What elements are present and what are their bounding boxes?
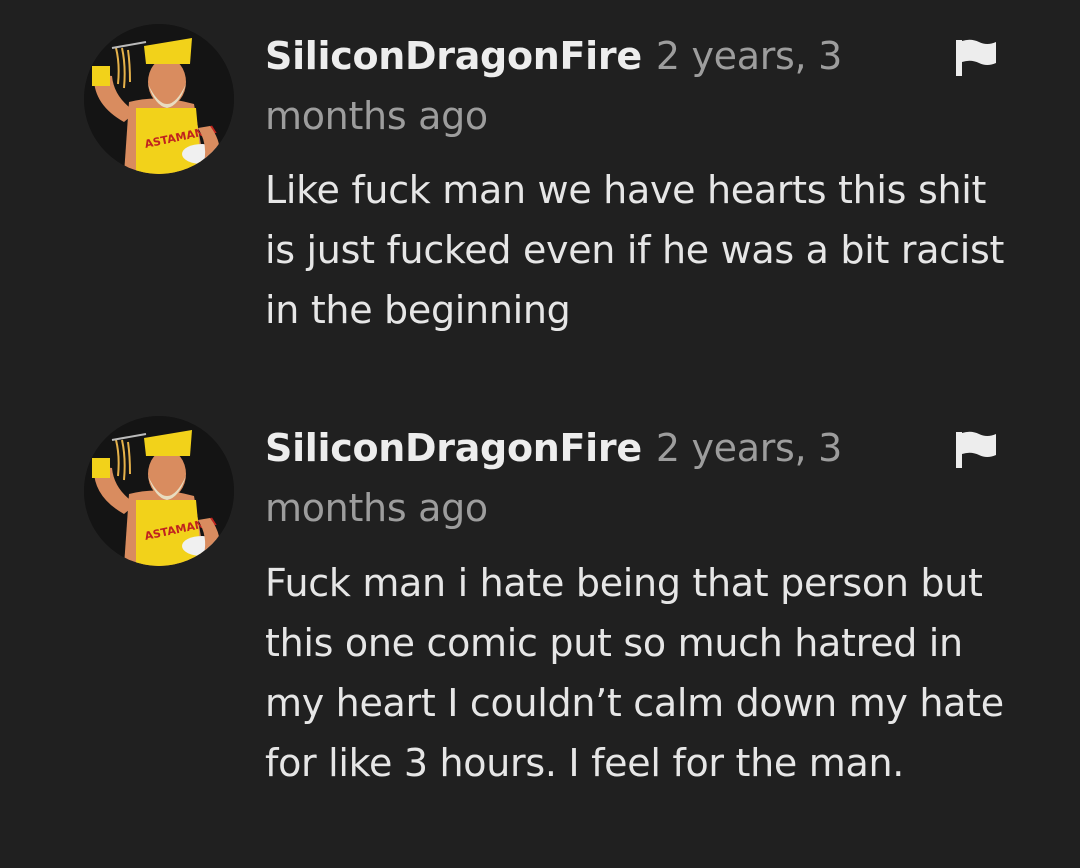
flag-icon[interactable]	[955, 430, 997, 470]
comment-text: Like fuck man we have hearts this shit i…	[265, 168, 1005, 332]
comment-text: Fuck man i hate being that person but th…	[265, 561, 1004, 785]
username-link[interactable]: SiliconDragonFire	[265, 34, 642, 78]
user-avatar[interactable]: ASTAMANIA	[84, 416, 234, 566]
user-avatar[interactable]: ASTAMANIA	[84, 24, 234, 174]
comment-header: SiliconDragonFire 2 years, 3 months ago	[265, 418, 905, 538]
flag-icon[interactable]	[955, 38, 997, 78]
wrestler-avatar-icon: ASTAMANIA	[84, 416, 234, 566]
username-link[interactable]: SiliconDragonFire	[265, 426, 642, 470]
wrestler-avatar-icon: ASTAMANIA	[84, 24, 234, 174]
comment-header: SiliconDragonFire 2 years, 3 months ago	[265, 26, 905, 146]
